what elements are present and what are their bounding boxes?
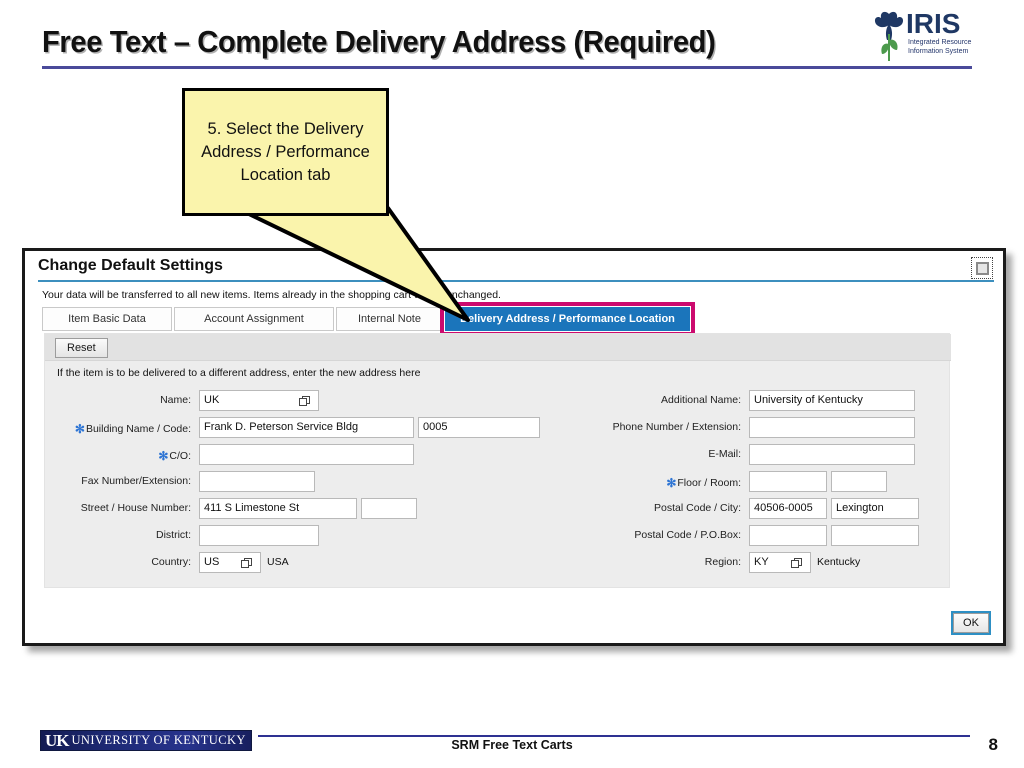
callout-box: 5. Select the Delivery Address / Perform… [182,88,389,216]
input-fax-number-extension[interactable] [199,471,315,492]
input-postal-code-p-o-box[interactable] [749,525,827,546]
field-label-country: Country: [151,556,191,568]
field-row-region: Region: KY Kentucky [545,552,951,577]
field-label-region: Region: [704,556,741,568]
field-row-district: District: [45,525,545,550]
tab-label: Item Basic Data [68,313,146,325]
field-label-c-o: ✻C/O: [158,449,191,463]
required-asterisk-icon: ✻ [666,476,677,490]
page-number: 8 [988,735,998,754]
input-region[interactable]: KY [749,552,811,573]
address-form-right-column: Additional Name: University of Kentucky Ph… [545,390,951,579]
input-floor-room-secondary[interactable] [831,471,887,492]
field-label-postal-code-city: Postal Code / City: [654,502,741,514]
required-asterisk-icon: ✻ [158,449,169,463]
slide-canvas: Free Text – Complete Delivery Address (R… [0,0,1024,768]
field-row-phone-number-extension: Phone Number / Extension: [545,417,951,442]
footer-divider [258,735,970,737]
input-floor-room[interactable] [749,471,827,492]
side-text-country: USA [267,556,289,568]
required-asterisk-icon: ✻ [74,422,85,436]
input-name[interactable]: UK [199,390,319,411]
input-c-o[interactable] [199,444,414,465]
footer-title: SRM Free Text Carts [451,738,573,752]
field-label-postal-code-p-o-box: Postal Code / P.O.Box: [634,529,741,541]
field-row-postal-code-city: Postal Code / City: 40506-0005 Lexington [545,498,951,523]
field-label-building-name-code: ✻Building Name / Code: [74,422,191,436]
panel-hint-text: If the item is to be delivered to a diff… [57,367,421,379]
side-text-region: Kentucky [817,556,861,568]
field-label-name: Name: [160,394,191,406]
iris-subtitle-line1: Integrated Resource [908,39,972,46]
input-additional-name[interactable]: University of Kentucky [749,390,915,411]
callout-text: 5. Select the Delivery Address / Perform… [201,119,370,184]
instruction-callout: 5. Select the Delivery Address / Perform… [150,80,710,330]
iris-logo: IRIS Integrated Resource Information Sys… [872,8,984,64]
reset-button[interactable]: Reset [55,338,108,358]
field-row-street-house-number: Street / House Number: 411 S Limestone St [45,498,545,523]
field-label-street-house-number: Street / House Number: [80,502,191,514]
iris-flower-icon [874,11,904,61]
input-postal-code-city-secondary[interactable]: Lexington [831,498,919,519]
input-phone-number-extension[interactable] [749,417,915,438]
field-row-name: Name: UK [45,390,545,415]
field-label-phone-number-extension: Phone Number / Extension: [612,421,741,433]
field-label-fax-number-extension: Fax Number/Extension: [81,475,191,487]
field-row-c-o: ✻C/O: [45,444,545,469]
field-row-building-name-code: ✻Building Name / Code: Frank D. Peterson … [45,417,545,442]
restore-glyph [975,261,989,275]
input-district[interactable] [199,525,319,546]
field-row-floor-room: ✻Floor / Room: [545,471,951,496]
ok-button[interactable]: OK [951,611,991,635]
field-label-district: District: [156,529,191,541]
field-label-floor-room: ✻Floor / Room: [666,476,741,490]
page-title: Free Text – Complete Delivery Address (R… [42,24,716,59]
input-country[interactable]: US [199,552,261,573]
field-row-e-mail: E-Mail: [545,444,951,469]
field-row-additional-name: Additional Name: University of Kentucky [545,390,951,415]
input-e-mail[interactable] [749,444,915,465]
iris-wordmark: IRIS [906,8,961,39]
input-postal-code-city[interactable]: 40506-0005 [749,498,827,519]
field-label-additional-name: Additional Name: [661,394,741,406]
input-street-house-number-secondary[interactable] [361,498,417,519]
iris-subtitle-line2: Information System [908,48,969,55]
restore-window-icon[interactable] [971,257,993,279]
panel-toolbar: Reset [45,334,951,361]
input-street-house-number[interactable]: 411 S Limestone St [199,498,357,519]
title-divider [42,66,972,69]
address-form-left-column: Name: UK ✻Building Name / Code: Frank D. Pe… [45,390,545,579]
field-row-postal-code-p-o-box: Postal Code / P.O.Box: [545,525,951,550]
field-row-country: Country: US USA [45,552,545,577]
delivery-address-panel: Reset If the item is to be delivered to … [44,333,951,588]
iris-subtitle: Integrated Resource Information System [908,38,971,56]
input-building-name-code[interactable]: Frank D. Peterson Service Bldg [199,417,414,438]
field-label-e-mail: E-Mail: [708,448,741,460]
field-row-fax-number-extension: Fax Number/Extension: [45,471,545,496]
input-postal-code-p-o-box-secondary[interactable] [831,525,919,546]
input-building-name-code-secondary[interactable]: 0005 [418,417,540,438]
